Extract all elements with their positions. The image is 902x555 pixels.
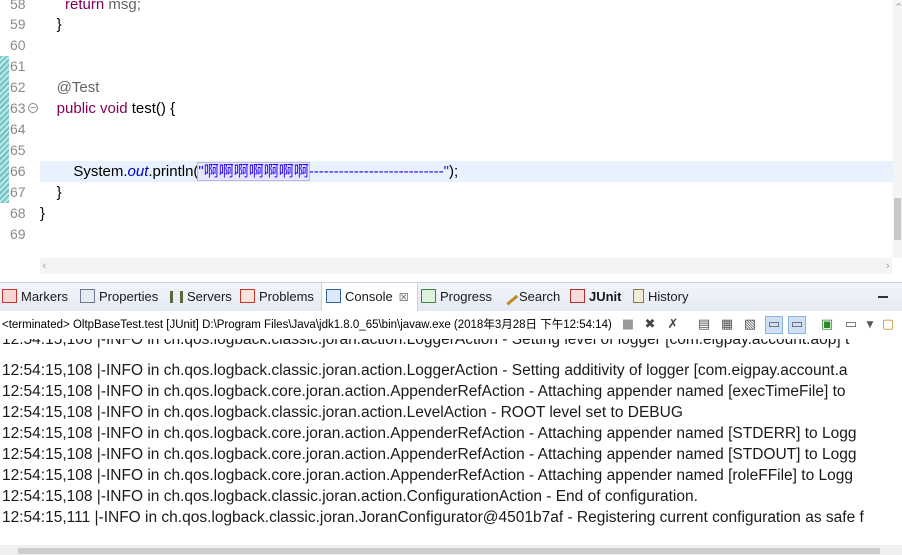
console-line: 12:54:15,108 |-INFO in ch.qos.logback.cl… bbox=[2, 339, 850, 348]
console-header: <terminated> OltpBaseTest.test [JUnit] D… bbox=[0, 311, 902, 339]
console-line: 12:54:15,108 |-INFO in ch.qos.logback.co… bbox=[2, 467, 854, 484]
line-number: 59 bbox=[10, 16, 26, 32]
line-number: 62 bbox=[10, 79, 26, 95]
string-selection: "啊啊啊啊啊啊啊 bbox=[197, 162, 310, 181]
code-line-66[interactable]: System.out.println("啊啊啊啊啊啊啊-------------… bbox=[40, 161, 894, 182]
tab-junit[interactable]: JUnit bbox=[570, 283, 622, 311]
console-line: 12:54:15,108 |-INFO in ch.qos.logback.cl… bbox=[2, 404, 683, 421]
console-line: 12:54:15,108 |-INFO in ch.qos.logback.cl… bbox=[2, 488, 698, 505]
line-number: 68 bbox=[10, 205, 26, 221]
terminate-icon[interactable]: ■ bbox=[620, 317, 636, 333]
history-icon bbox=[633, 289, 644, 303]
tab-console[interactable]: Console ☒ bbox=[321, 283, 418, 312]
clear-console-icon[interactable]: ▤ bbox=[696, 317, 712, 333]
tab-search[interactable]: Search bbox=[498, 283, 560, 311]
change-ruler bbox=[0, 0, 10, 276]
show-on-stderr-icon[interactable]: ▭ bbox=[788, 316, 806, 334]
remove-launch-icon[interactable]: ✖ bbox=[642, 317, 658, 333]
scroll-right-arrow-icon[interactable]: › bbox=[886, 258, 890, 274]
tab-markers[interactable]: Markers bbox=[2, 283, 68, 311]
search-icon bbox=[498, 285, 519, 306]
code-line-68[interactable]: } bbox=[40, 203, 894, 224]
close-icon[interactable]: ☒ bbox=[399, 292, 409, 304]
editor-scroll-thumb[interactable] bbox=[894, 198, 901, 240]
terminated-process-label: <terminated> OltpBaseTest.test [JUnit] D… bbox=[2, 319, 612, 331]
diff-change-bar bbox=[0, 56, 9, 203]
markers-icon bbox=[2, 289, 17, 303]
servers-icon bbox=[170, 291, 183, 303]
tab-properties[interactable]: Properties bbox=[80, 283, 158, 311]
code-line-59[interactable]: } bbox=[40, 14, 894, 35]
problems-icon bbox=[240, 289, 255, 303]
code-line-67[interactable]: } bbox=[40, 182, 894, 203]
tab-problems[interactable]: Problems bbox=[240, 283, 314, 311]
console-line: 12:54:15,108 |-INFO in ch.qos.logback.cl… bbox=[2, 362, 848, 379]
line-number: 66 bbox=[10, 163, 26, 179]
line-number: 58 bbox=[10, 0, 26, 12]
tab-progress[interactable]: Progress bbox=[421, 283, 492, 311]
console-line: 12:54:15,108 |-INFO in ch.qos.logback.co… bbox=[2, 383, 846, 400]
new-console-icon[interactable]: ▢ bbox=[880, 317, 896, 333]
show-on-stdout-icon[interactable]: ▭ bbox=[765, 316, 783, 334]
line-number: 64 bbox=[10, 121, 26, 137]
console-icon bbox=[326, 289, 341, 303]
display-console-icon[interactable]: ▭ bbox=[843, 317, 859, 333]
editor-horizontal-scrollbar[interactable]: ‹ › bbox=[40, 258, 892, 274]
tab-history[interactable]: History bbox=[633, 283, 688, 311]
line-number: 63 bbox=[10, 100, 26, 116]
console-line: 12:54:15,108 |-INFO in ch.qos.logback.co… bbox=[2, 425, 857, 442]
console-output[interactable]: 12:54:15,108 |-INFO in ch.qos.logback.cl… bbox=[0, 339, 902, 545]
line-number: 67 bbox=[10, 184, 26, 200]
junit-icon bbox=[570, 289, 585, 303]
code-line-63[interactable]: public void test() { bbox=[40, 98, 894, 119]
scroll-up-arrow-icon[interactable]: ⌃ bbox=[894, 0, 902, 16]
console-line: 12:54:15,111 |-INFO in ch.qos.logback.cl… bbox=[2, 509, 864, 526]
chevron-down-icon[interactable]: ▼ bbox=[862, 317, 878, 333]
scroll-lock-icon[interactable]: ▦ bbox=[719, 317, 735, 333]
tab-servers[interactable]: Servers bbox=[170, 283, 232, 311]
scroll-left-arrow-icon[interactable]: ‹ bbox=[42, 258, 46, 274]
remove-all-icon[interactable]: ✗ bbox=[665, 317, 681, 333]
line-number: 60 bbox=[10, 37, 26, 53]
minimize-view-button[interactable] bbox=[878, 296, 888, 298]
progress-icon bbox=[421, 289, 436, 303]
code-line-62[interactable]: @Test bbox=[40, 77, 894, 98]
view-tab-bar: Markers Properties Servers Problems Cons… bbox=[0, 282, 902, 312]
pin-console-icon[interactable]: ▣ bbox=[819, 317, 835, 333]
word-wrap-icon[interactable]: ▧ bbox=[742, 317, 758, 333]
console-line: 12:54:15,108 |-INFO in ch.qos.logback.co… bbox=[2, 446, 857, 463]
properties-icon bbox=[80, 289, 95, 303]
code-line-58[interactable]: return msg; bbox=[40, 0, 894, 15]
line-number: 61 bbox=[10, 58, 26, 74]
fold-collapse-icon[interactable]: − bbox=[28, 103, 38, 113]
console-scroll-thumb[interactable] bbox=[18, 548, 880, 554]
line-number: 65 bbox=[10, 142, 26, 158]
line-number: 69 bbox=[10, 226, 26, 242]
code-editor[interactable]: 58 59 60 61 62 63 64 65 66 67 68 69 − re… bbox=[0, 0, 902, 276]
